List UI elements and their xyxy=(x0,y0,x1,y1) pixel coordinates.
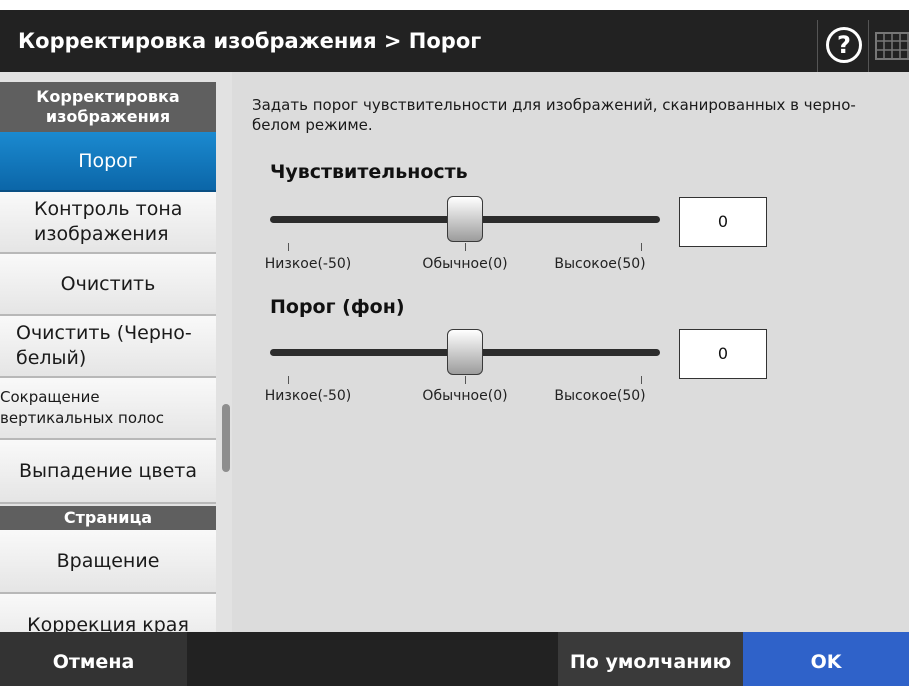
tick-low xyxy=(288,376,289,384)
threshold-background-title: Порог (фон) xyxy=(270,296,405,318)
sidebar-item-vertical-streaks[interactable]: Сокращение вертикальных полос xyxy=(0,378,216,440)
sidebar-item-rotation[interactable]: Вращение xyxy=(0,530,216,594)
sensitivity-label-normal: Обычное(0) xyxy=(422,256,508,272)
ok-button[interactable]: OK xyxy=(743,632,909,686)
threshold-background-slider-thumb[interactable] xyxy=(447,329,483,375)
sidebar-header-page: Страница xyxy=(0,506,216,530)
sidebar-item-tone-control[interactable]: Контроль тона изображения xyxy=(0,192,216,254)
sidebar-item-cleanup[interactable]: Очистить xyxy=(0,254,216,316)
sensitivity-label-high: Высокое(50) xyxy=(554,256,646,272)
keyboard-button[interactable] xyxy=(870,20,909,72)
tick-high xyxy=(641,243,642,251)
description-text: Задать порог чувствительности для изобра… xyxy=(252,96,856,134)
sidebar-scrollbar[interactable] xyxy=(222,404,230,472)
sidebar-item-color-dropout[interactable]: Выпадение цвета xyxy=(0,440,216,504)
main-panel: Задать порог чувствительности для изобра… xyxy=(232,72,909,632)
cancel-button[interactable]: Отмена xyxy=(0,632,187,686)
sidebar-header-image-correction: Корректировка изображения xyxy=(0,82,216,132)
threshold-background-value-field[interactable]: 0 xyxy=(679,329,767,379)
sensitivity-title: Чувствительность xyxy=(270,161,468,183)
tick-normal xyxy=(465,243,466,251)
threshold-background-label-high: Высокое(50) xyxy=(554,388,646,404)
tick-normal xyxy=(465,376,466,384)
help-icon: ? xyxy=(826,27,862,63)
sidebar: Корректировка изображения Порог Контроль… xyxy=(0,72,232,632)
threshold-background-label-low: Низкое(-50) xyxy=(264,388,352,404)
tick-low xyxy=(288,243,289,251)
sensitivity-value-field[interactable]: 0 xyxy=(679,197,767,247)
sensitivity-slider-thumb[interactable] xyxy=(447,196,483,242)
threshold-background-label-normal: Обычное(0) xyxy=(422,388,508,404)
sidebar-item-threshold[interactable]: Порог xyxy=(0,132,216,192)
page-title: Корректировка изображения > Порог xyxy=(18,29,482,53)
sensitivity-label-low: Низкое(-50) xyxy=(264,256,352,272)
keyboard-icon xyxy=(875,32,909,60)
default-button[interactable]: По умолчанию xyxy=(558,632,743,686)
sidebar-item-edge-correction[interactable]: Коррекция края xyxy=(0,594,216,632)
bottom-bar: Отмена По умолчанию OK xyxy=(0,632,909,686)
tick-high xyxy=(641,376,642,384)
sidebar-item-cleanup-bw[interactable]: Очистить (Черно-белый) xyxy=(0,316,216,378)
help-button[interactable]: ? xyxy=(817,20,869,72)
title-bar: Корректировка изображения > Порог ? xyxy=(0,10,909,72)
